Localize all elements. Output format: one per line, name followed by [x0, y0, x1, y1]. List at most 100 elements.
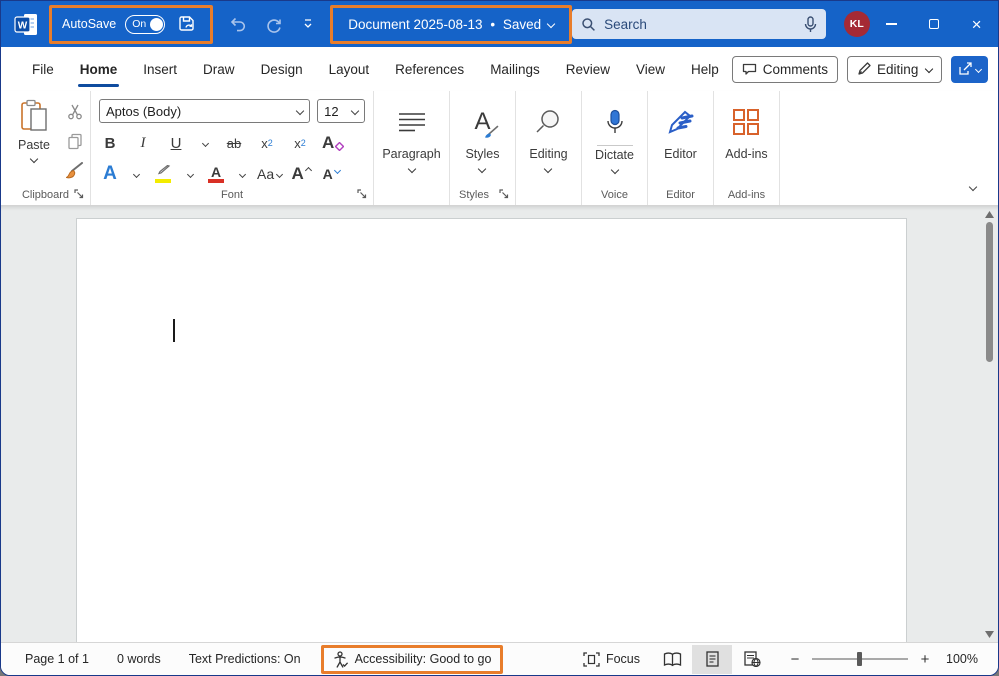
- tab-view[interactable]: View: [623, 47, 678, 91]
- paragraph-button[interactable]: Paragraph: [382, 99, 440, 183]
- zoom-out-button[interactable]: −: [788, 651, 802, 668]
- tab-help[interactable]: Help: [678, 47, 732, 91]
- font-name-combo[interactable]: Aptos (Body): [99, 99, 310, 123]
- autosave-toggle[interactable]: On: [125, 15, 165, 34]
- search-box[interactable]: [572, 9, 826, 39]
- undo-icon: [228, 15, 248, 33]
- title-dropdown-chevron-icon[interactable]: [547, 20, 555, 28]
- undo-button[interactable]: [225, 11, 251, 37]
- shrink-font-button[interactable]: A: [320, 163, 342, 185]
- zoom-slider-thumb[interactable]: [857, 652, 862, 666]
- search-input[interactable]: [604, 17, 804, 32]
- zoom-slider[interactable]: [812, 658, 908, 660]
- voice-group: Dictate Voice: [582, 91, 648, 205]
- italic-button[interactable]: I: [132, 132, 154, 154]
- save-button[interactable]: [174, 11, 200, 37]
- strikethrough-button[interactable]: ab: [223, 132, 245, 154]
- web-layout-button[interactable]: [732, 645, 772, 674]
- web-layout-icon: [744, 651, 761, 667]
- highlight-dropdown[interactable]: [183, 163, 197, 185]
- paragraph-group: Paragraph: [374, 91, 450, 205]
- minimize-button[interactable]: [870, 1, 913, 47]
- tab-layout[interactable]: Layout: [316, 47, 383, 91]
- font-size-combo[interactable]: 12: [317, 99, 365, 123]
- maximize-button[interactable]: [913, 1, 956, 47]
- ribbon-collapse-button[interactable]: [970, 177, 976, 195]
- grow-font-button[interactable]: A: [290, 163, 312, 185]
- autosave-toggle-state: On: [132, 18, 146, 30]
- editing-mode-dropdown[interactable]: Editing: [847, 56, 942, 83]
- focus-toggle[interactable]: Focus: [571, 652, 652, 667]
- tab-draw[interactable]: Draw: [190, 47, 248, 91]
- underline-button[interactable]: U: [165, 132, 187, 154]
- autosave-highlight-box: AutoSave On: [49, 5, 213, 44]
- styles-chevron-icon: [478, 165, 486, 173]
- vertical-scrollbar[interactable]: [983, 208, 996, 640]
- close-button[interactable]: ×: [955, 1, 998, 47]
- word-app-icon[interactable]: W: [13, 11, 40, 38]
- zoom-in-button[interactable]: +: [918, 651, 932, 668]
- format-painter-button[interactable]: [63, 159, 87, 181]
- document-title[interactable]: Document 2025-08-13 • Saved: [348, 17, 541, 32]
- copy-button[interactable]: [63, 130, 87, 152]
- text-cursor: [173, 319, 175, 342]
- font-group-caption: Font: [91, 189, 373, 201]
- paragraph-label: Paragraph: [382, 147, 440, 161]
- font-name-value: Aptos (Body): [106, 104, 181, 119]
- underline-dropdown[interactable]: [198, 132, 212, 154]
- font-color-button[interactable]: A: [205, 163, 227, 185]
- text-effects-button[interactable]: A: [99, 163, 121, 185]
- scroll-up-button[interactable]: [983, 208, 996, 220]
- bold-button[interactable]: B: [99, 132, 121, 154]
- quick-access-toolbar-chevron[interactable]: [295, 11, 321, 37]
- scrollbar-thumb[interactable]: [986, 222, 993, 362]
- microphone-icon[interactable]: [804, 16, 817, 33]
- tab-insert[interactable]: Insert: [130, 47, 190, 91]
- editing-button[interactable]: Editing: [529, 99, 567, 183]
- highlight-button[interactable]: [151, 163, 175, 185]
- page-count[interactable]: Page 1 of 1: [11, 652, 103, 666]
- clear-formatting-button[interactable]: A: [322, 132, 344, 154]
- addins-grid-icon: [731, 107, 761, 137]
- tab-file[interactable]: File: [19, 47, 67, 91]
- subscript-button[interactable]: x2: [256, 132, 278, 154]
- tab-mailings[interactable]: Mailings: [477, 47, 553, 91]
- zoom-percent[interactable]: 100%: [938, 652, 978, 666]
- highlight-chevron-icon: [186, 170, 193, 177]
- tab-design[interactable]: Design: [248, 47, 316, 91]
- print-layout-button[interactable]: [692, 645, 732, 674]
- styles-button[interactable]: A Styles: [465, 99, 499, 183]
- font-dialog-launcher[interactable]: [356, 188, 368, 200]
- editor-button[interactable]: Editor: [664, 99, 697, 183]
- redo-button[interactable]: [261, 11, 287, 37]
- share-button[interactable]: [951, 56, 988, 83]
- text-predictions-status[interactable]: Text Predictions: On: [175, 652, 315, 666]
- tab-references[interactable]: References: [382, 47, 477, 91]
- comments-button[interactable]: Comments: [732, 56, 838, 83]
- tab-home[interactable]: Home: [67, 47, 131, 91]
- dictate-button[interactable]: Dictate: [595, 99, 634, 183]
- styles-dialog-launcher[interactable]: [498, 188, 510, 200]
- dictate-chevron-icon: [610, 166, 618, 174]
- dictate-microphone-icon: [606, 109, 624, 136]
- scroll-up-arrow-icon: [985, 211, 994, 218]
- accessibility-status[interactable]: Accessibility: Good to go: [355, 652, 492, 666]
- addins-group: Add-ins Add-ins: [714, 91, 780, 205]
- font-color-dropdown[interactable]: [235, 163, 249, 185]
- read-mode-book-icon: [663, 652, 682, 667]
- cut-button[interactable]: [63, 101, 87, 123]
- document-page[interactable]: [76, 218, 907, 642]
- clipboard-dialog-launcher[interactable]: [73, 188, 85, 200]
- share-dropdown-chevron-icon: [975, 65, 982, 72]
- word-count[interactable]: 0 words: [103, 652, 175, 666]
- superscript-button[interactable]: x2: [289, 132, 311, 154]
- document-title-text: Document 2025-08-13: [348, 17, 482, 32]
- tab-review[interactable]: Review: [553, 47, 623, 91]
- scroll-down-button[interactable]: [983, 628, 996, 640]
- change-case-button[interactable]: Aa: [257, 163, 282, 185]
- text-effects-dropdown[interactable]: [129, 163, 143, 185]
- account-avatar[interactable]: KL: [844, 11, 870, 37]
- underline-chevron-icon: [201, 139, 208, 146]
- read-mode-button[interactable]: [652, 645, 692, 674]
- addins-button[interactable]: Add-ins: [725, 99, 767, 183]
